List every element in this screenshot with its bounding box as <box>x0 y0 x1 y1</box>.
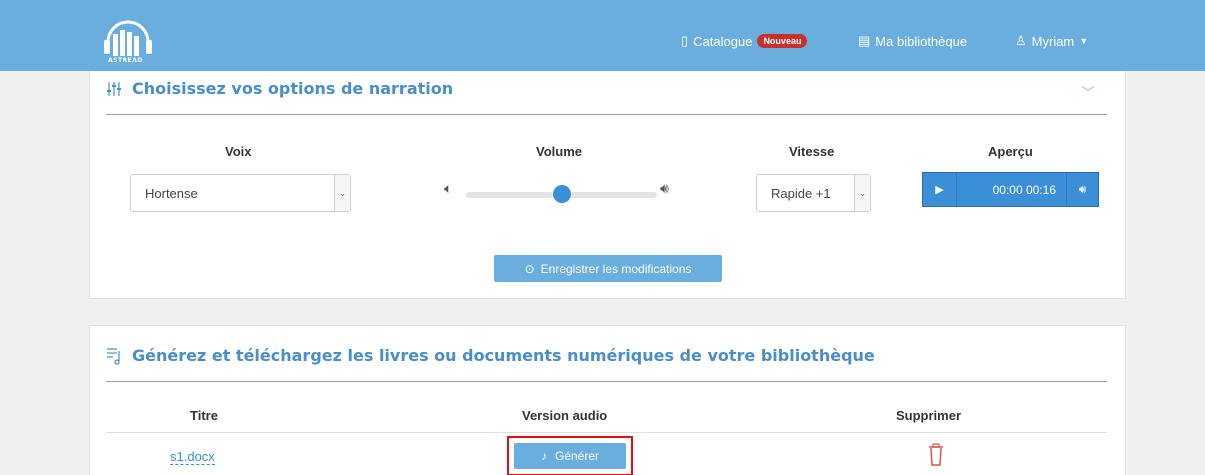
open-book-icon: ▤ <box>858 33 871 48</box>
save-changes-label: Enregistrer les modifications <box>540 261 692 276</box>
narration-title: Choisissez vos options de narration <box>106 79 453 98</box>
chevron-down-icon[interactable]: ﹀ <box>1081 83 1095 103</box>
speed-label: Vitesse <box>789 144 835 159</box>
column-header-delete: Supprimer <box>896 408 962 423</box>
nav-library[interactable]: ▤ Ma bibliothèque <box>858 33 967 49</box>
user-menu[interactable]: ♙ Myriam ▼ <box>1015 33 1088 49</box>
column-header-audio: Version audio <box>522 408 608 423</box>
divider <box>106 381 1107 382</box>
audio-preview-player: ▶ 00:00 00:16 🔊︎ <box>922 172 1099 207</box>
user-icon: ♙ <box>1015 33 1027 48</box>
speed-select[interactable]: Rapide +1 ⌄ <box>756 174 871 212</box>
volume-slider-handle[interactable] <box>552 185 571 203</box>
nav-catalogue[interactable]: ▯ Catalogue Nouveau <box>681 33 808 49</box>
library-title-text: Générez et téléchargez les livres ou doc… <box>132 346 875 365</box>
volume-label: Volume <box>536 144 582 159</box>
voice-select[interactable]: Hortense ⌄ <box>130 174 351 212</box>
generate-button[interactable]: ♪ Générer <box>514 443 626 469</box>
column-header-title: Titre <box>190 408 218 423</box>
narration-title-text: Choisissez vos options de narration <box>132 79 454 98</box>
nav-catalogue-label: Catalogue <box>693 33 753 49</box>
book-icon: ▯ <box>681 33 689 48</box>
top-navbar: ASTREAD ▯ Catalogue Nouveau ▤ Ma bibliot… <box>0 0 1205 71</box>
caret-down-icon: ▼ <box>1079 36 1089 46</box>
user-name: Myriam <box>1031 33 1075 49</box>
voice-label: Voix <box>225 144 252 159</box>
volume-low-icon: 🔈︎ <box>444 181 453 197</box>
chevron-down-icon: ⌄ <box>334 175 350 211</box>
music-note-icon: ♪ <box>540 449 547 463</box>
library-title: Générez et téléchargez les livres ou doc… <box>106 346 875 365</box>
generate-label: Générer <box>554 449 600 463</box>
play-icon[interactable]: ▶ <box>923 173 957 206</box>
save-changes-button[interactable]: ⊙ Enregistrer les modifications <box>494 255 722 282</box>
logo-text: ASTREAD <box>108 57 143 64</box>
speed-select-value: Rapide +1 <box>771 185 831 201</box>
highlight-box: ♪ Générer <box>507 436 633 475</box>
preview-time: 00:00 00:16 <box>992 182 1056 197</box>
music-list-icon <box>107 347 120 365</box>
voice-select-value: Hortense <box>145 185 198 201</box>
new-badge: Nouveau <box>757 34 808 48</box>
chevron-down-icon: ⌄ <box>854 175 870 211</box>
check-circle-icon: ⊙ <box>524 261 535 276</box>
divider <box>106 114 1107 115</box>
sliders-icon <box>107 81 121 96</box>
preview-label: Aperçu <box>988 144 1033 159</box>
volume-high-icon: 🔊︎ <box>660 181 669 197</box>
trash-icon[interactable] <box>928 443 944 467</box>
table-divider <box>106 432 1107 433</box>
document-link[interactable]: s1.docx <box>170 449 215 465</box>
narration-options-panel: Choisissez vos options de narration ﹀ Vo… <box>89 71 1126 299</box>
speaker-icon[interactable]: 🔊︎ <box>1066 173 1098 206</box>
library-generation-panel: Générez et téléchargez les livres ou doc… <box>89 325 1126 475</box>
nav-library-label: Ma bibliothèque <box>875 33 968 49</box>
